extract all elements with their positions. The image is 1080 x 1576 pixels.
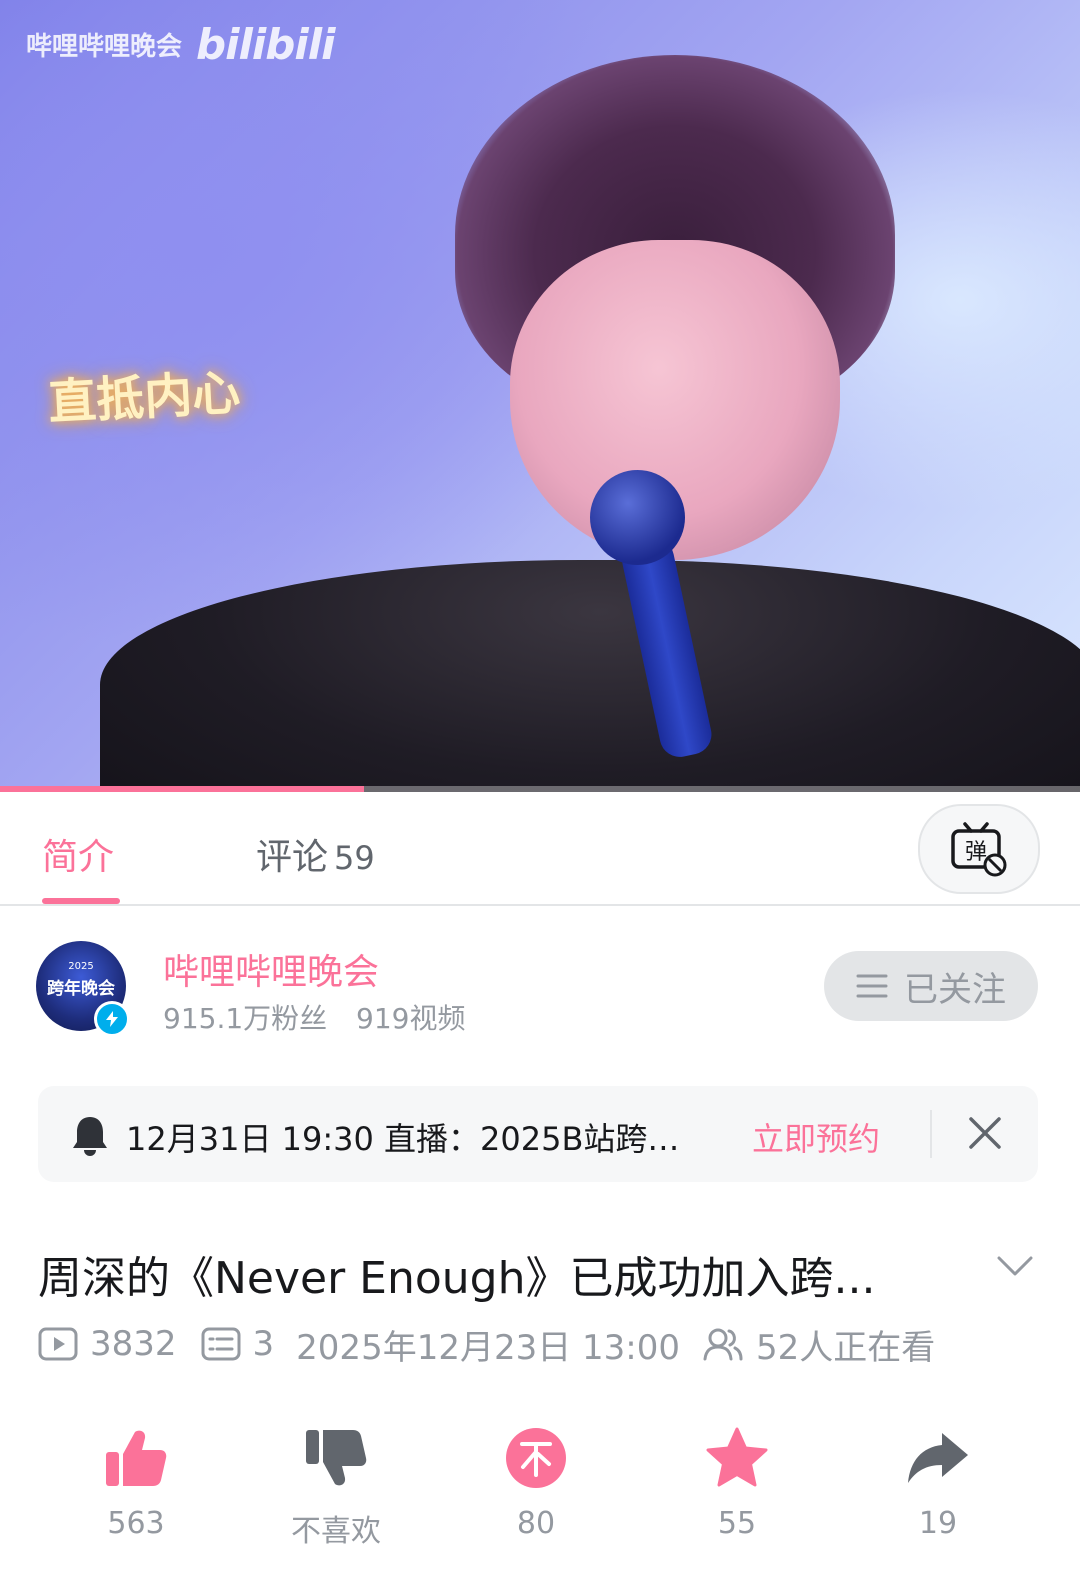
favorite-button[interactable]: 55 [667,1420,807,1541]
video-stats: 3832 3 2025年12月23日 13:00 52人正在看 [38,1320,935,1369]
coin-count: 80 [516,1506,556,1541]
danmaku-icon [201,1327,241,1361]
thumbs-down-icon [306,1430,367,1486]
avatar-text-mid: 跨年晚会 [47,979,115,999]
live-reservation-banner: 12月31日 19:30 直播：2025B站跨… 立即预约 [38,1086,1038,1182]
play-count: 3832 [38,1324,177,1364]
reserve-now-button[interactable]: 立即预约 [752,1114,880,1160]
people-icon [703,1328,743,1361]
close-icon[interactable] [968,1116,1002,1150]
share-button[interactable]: 19 [868,1420,1008,1541]
dislike-button[interactable]: 不喜欢 [266,1420,406,1550]
tab-bar: 简介 评论 59 弹 [0,792,1080,906]
video-frame-jacket [100,560,1080,792]
star-icon [706,1427,768,1487]
danmaku-toggle-button[interactable]: 弹 [918,804,1040,894]
menu-icon [856,974,888,998]
watching-count-value: 52人正在看 [756,1327,936,1368]
tab-comments[interactable]: 评论 59 [256,828,375,880]
video-title[interactable]: 周深的《Never Enough》已成功加入跨... [38,1242,875,1306]
tab-comments-label: 评论 [256,837,329,878]
publish-date: 2025年12月23日 13:00 [296,1327,681,1368]
share-arrow-icon [908,1433,968,1483]
bell-icon [73,1117,107,1156]
like-count: 563 [107,1506,165,1541]
svg-text:弹: 弹 [965,840,987,865]
video-player[interactable]: 哔哩哔哩晚会 bilibili 直抵内心 [0,0,1080,792]
play-icon [38,1327,78,1361]
reservation-text: 12月31日 19:30 直播：2025B站跨… [126,1120,680,1158]
uploader-fans: 915.1万粉丝 [163,1002,328,1035]
play-count-value: 3832 [90,1324,177,1364]
uploader-row: 2025 跨年晚会 哔哩哔哩晚会 915.1万粉丝 919视频 已关注 [0,905,1080,1075]
video-watermark: 哔哩哔哩晚会 bilibili [26,20,336,69]
danmaku-count: 3 [201,1324,275,1364]
thumbs-up-icon [106,1430,167,1486]
uploader-name[interactable]: 哔哩哔哩晚会 [163,943,379,995]
follow-button[interactable]: 已关注 [824,951,1038,1021]
dislike-label: 不喜欢 [291,1514,381,1549]
follow-button-label: 已关注 [904,969,1006,1010]
danmaku-count-value: 3 [252,1324,275,1364]
action-bar: 563 不喜欢 80 55 19 [0,1420,1080,1550]
share-count: 19 [918,1506,958,1541]
watermark-channel: 哔哩哔哩晚会 [26,32,183,62]
reservation-divider [930,1110,932,1158]
chevron-down-icon[interactable] [996,1254,1034,1278]
verified-badge-icon [94,1001,130,1037]
coin-icon [506,1428,566,1488]
tab-intro[interactable]: 简介 [42,828,114,880]
avatar-text-top: 2025 [68,961,94,972]
danmaku-toggle-icon: 弹 [951,822,1007,877]
favorite-count: 55 [717,1506,757,1541]
coin-button[interactable]: 80 [466,1420,606,1541]
like-button[interactable]: 563 [66,1420,206,1541]
video-overlay-caption: 直抵内心 [46,365,242,431]
watching-count: 52人正在看 [702,1320,935,1369]
video-frame-mic [590,470,685,565]
tab-comments-count: 59 [334,839,375,877]
uploader-videos: 919视频 [356,1002,466,1035]
bilibili-logo: bilibili [196,20,336,69]
tab-active-indicator [42,898,120,904]
